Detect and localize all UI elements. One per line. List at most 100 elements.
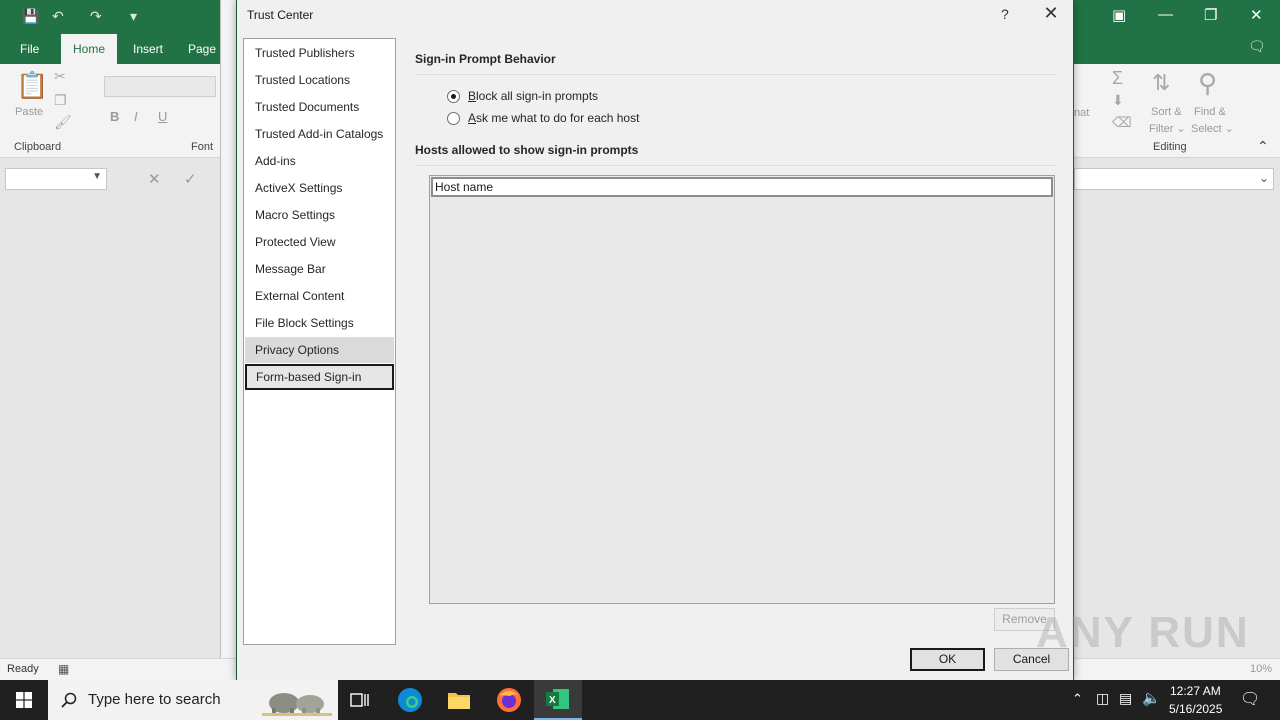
section-divider xyxy=(415,165,1055,166)
windows-icon xyxy=(16,692,32,708)
format-label-partial[interactable]: nat xyxy=(1074,107,1089,119)
nav-item-activex-settings[interactable]: ActiveX Settings xyxy=(245,175,394,201)
hosts-list[interactable]: Host name xyxy=(429,175,1055,604)
close-window-icon[interactable]: ✕ xyxy=(1250,6,1263,24)
excel-window-edge xyxy=(220,0,236,680)
block-all-prompts-radio[interactable] xyxy=(447,89,460,103)
name-box[interactable]: ▼ xyxy=(5,168,107,190)
name-box-dropdown-icon[interactable]: ▼ xyxy=(92,171,102,182)
find-select-icon[interactable]: ⚲ xyxy=(1198,68,1217,99)
nav-item-trusted-documents[interactable]: Trusted Documents xyxy=(245,94,394,120)
block-all-prompts-option[interactable]: Block all sign-in prompts xyxy=(447,87,598,105)
host-name-input[interactable]: Host name xyxy=(431,177,1053,197)
start-button[interactable] xyxy=(0,680,48,720)
watermark-logo: ANY RUN xyxy=(1036,608,1250,657)
autosum-icon[interactable]: Σ xyxy=(1112,68,1123,89)
undo-icon[interactable]: ↶ xyxy=(52,8,64,25)
search-placeholder[interactable]: Type here to search xyxy=(88,691,221,708)
taskbar-file-explorer[interactable] xyxy=(435,680,483,720)
volume-icon[interactable]: 🔈 xyxy=(1142,689,1161,720)
confirm-entry-icon[interactable]: ✓ xyxy=(184,170,197,188)
nav-item-file-block-settings[interactable]: File Block Settings xyxy=(245,310,394,336)
expand-formula-icon[interactable]: ⌄ xyxy=(1259,171,1269,185)
paste-icon[interactable]: 📋 xyxy=(16,70,48,101)
minimize-icon[interactable]: — xyxy=(1158,6,1173,23)
ask-each-host-label[interactable]: Ask me what to do for each host xyxy=(468,111,639,125)
save-icon[interactable]: 💾 xyxy=(22,8,39,25)
block-all-prompts-label[interactable]: Block all sign-in prompts xyxy=(468,89,598,103)
svg-text:X: X xyxy=(549,695,556,706)
nav-item-external-content[interactable]: External Content xyxy=(245,283,394,309)
italic-icon[interactable]: I xyxy=(134,109,138,124)
format-painter-icon[interactable]: 🖌 xyxy=(54,114,72,131)
tab-insert[interactable]: Insert xyxy=(133,34,163,64)
sort-filter-label-2[interactable]: Filter ⌄ xyxy=(1149,122,1186,135)
close-icon[interactable]: ✕ xyxy=(1043,4,1059,22)
folder-icon xyxy=(448,693,470,709)
nav-item-add-ins[interactable]: Add-ins xyxy=(245,148,394,174)
taskbar-search[interactable]: Type here to search xyxy=(48,680,338,720)
ok-button[interactable]: OK xyxy=(910,648,985,671)
firefox-icon xyxy=(497,688,521,712)
nav-item-trusted-publishers[interactable]: Trusted Publishers xyxy=(245,40,394,66)
tab-home[interactable]: Home xyxy=(61,34,118,64)
task-view-button[interactable] xyxy=(336,680,384,720)
bold-icon[interactable]: B xyxy=(110,109,119,124)
trust-center-dialog: Trust Center ? ✕ Trusted Publishers Trus… xyxy=(236,0,1074,680)
nav-item-protected-view[interactable]: Protected View xyxy=(245,229,394,255)
clear-icon[interactable]: ⌫ xyxy=(1112,114,1132,131)
taskbar-firefox[interactable] xyxy=(485,680,533,720)
accessibility-icon[interactable]: ▦ xyxy=(58,662,69,676)
sort-filter-label-1[interactable]: Sort & xyxy=(1151,106,1182,118)
nav-item-trusted-locations[interactable]: Trusted Locations xyxy=(245,67,394,93)
zoom-level[interactable]: 10% xyxy=(1250,663,1272,675)
dialog-title: Trust Center xyxy=(247,8,314,22)
cut-icon[interactable]: ✂ xyxy=(54,68,66,85)
font-name-box[interactable] xyxy=(104,76,216,97)
collapse-ribbon-icon[interactable]: ⌃ xyxy=(1257,138,1269,155)
nav-item-form-based-sign-in[interactable]: Form-based Sign-in xyxy=(245,364,394,390)
fill-icon[interactable]: ⬇ xyxy=(1112,92,1124,109)
ask-each-host-option[interactable]: Ask me what to do for each host xyxy=(447,109,639,127)
clock-date[interactable]: 5/16/2025 xyxy=(1169,702,1222,720)
notifications-icon[interactable]: 🗨 xyxy=(1240,689,1260,720)
find-select-label-1[interactable]: Find & xyxy=(1194,106,1226,118)
restore-icon[interactable]: ❐ xyxy=(1204,6,1217,24)
formula-input[interactable]: ⌄ xyxy=(1074,168,1274,190)
help-icon[interactable]: ? xyxy=(1001,6,1009,22)
taskbar-edge[interactable] xyxy=(386,680,434,720)
editing-group-label: Editing xyxy=(1153,141,1187,153)
underline-icon[interactable]: U xyxy=(158,109,167,124)
clipboard-group-label: Clipboard xyxy=(14,141,62,153)
edge-icon xyxy=(398,688,422,712)
sort-filter-icon[interactable]: ⇅ xyxy=(1152,70,1170,96)
nav-item-trusted-add-in-catalogs[interactable]: Trusted Add-in Catalogs xyxy=(245,121,394,147)
cancel-entry-icon[interactable]: ✕ xyxy=(148,170,161,188)
section-divider xyxy=(415,74,1055,75)
hosts-allowed-heading: Hosts allowed to show sign-in prompts xyxy=(415,143,639,157)
redo-icon[interactable]: ↷ xyxy=(90,8,102,25)
customize-quick-access-icon[interactable]: ▾ xyxy=(130,8,137,25)
network-icon[interactable]: ▤ xyxy=(1119,690,1132,720)
show-hidden-icons-icon[interactable]: ⌃ xyxy=(1072,691,1083,720)
task-view-icon xyxy=(350,693,369,707)
status-text: Ready xyxy=(7,663,39,675)
nav-item-macro-settings[interactable]: Macro Settings xyxy=(245,202,394,228)
elephants-illustration-icon xyxy=(262,693,332,716)
ask-each-host-radio[interactable] xyxy=(447,111,460,125)
comments-icon[interactable]: 🗨 xyxy=(1248,38,1266,55)
copy-icon[interactable]: ❐ xyxy=(54,92,67,109)
find-select-label-2[interactable]: Select ⌄ xyxy=(1191,122,1234,135)
nav-item-privacy-options[interactable]: Privacy Options xyxy=(245,337,394,363)
excel-icon: X xyxy=(546,689,569,709)
tab-file[interactable]: File xyxy=(20,34,39,64)
taskbar: Type here to search X ⌃ ◫ ▤ 🔈 12:27 AM 5… xyxy=(0,680,1280,720)
network-status-icon[interactable]: ◫ xyxy=(1096,690,1109,720)
nav-item-message-bar[interactable]: Message Bar xyxy=(245,256,394,282)
font-group-label: Font xyxy=(191,141,214,153)
paste-label[interactable]: Paste xyxy=(15,106,43,118)
trust-center-nav: Trusted Publishers Trusted Locations Tru… xyxy=(243,38,396,645)
ribbon-display-options-icon[interactable]: ▣ xyxy=(1112,6,1126,24)
taskbar-excel[interactable]: X xyxy=(534,680,582,720)
search-icon xyxy=(61,692,77,708)
